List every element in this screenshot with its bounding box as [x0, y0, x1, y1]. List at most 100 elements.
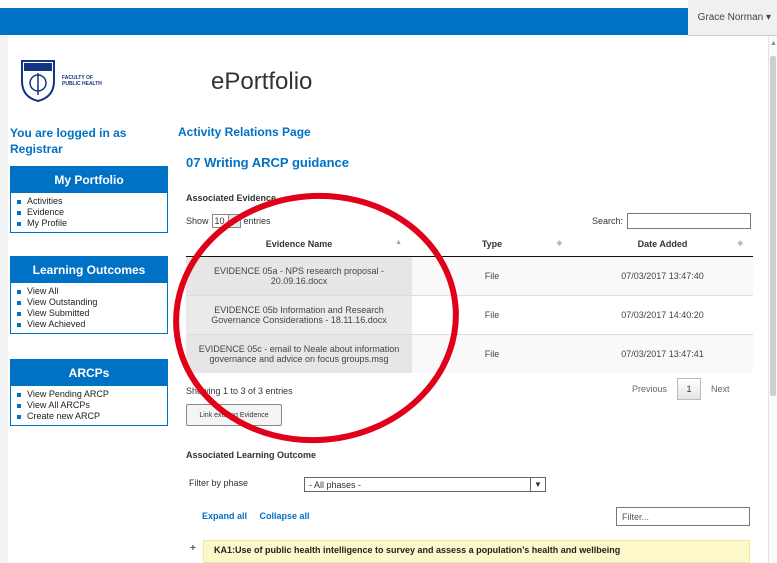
link-existing-evidence-button[interactable]: Link existing Evidence: [186, 404, 282, 426]
evidence-table: Evidence Name ▲ Type ◆ Date Added ◆ EVIDENC…: [186, 232, 753, 373]
sidebar-item-label[interactable]: View All ARCPs: [27, 400, 90, 411]
cell-type: File: [412, 294, 572, 334]
cell-date-added: 07/03/2017 13:47:40: [572, 255, 753, 295]
table-info: Showing 1 to 3 of 3 entries: [186, 386, 293, 396]
sort-both-icon[interactable]: ◆: [738, 239, 743, 247]
top-bar: Grace Norman ▾: [0, 0, 777, 36]
bullet-icon: [17, 221, 21, 226]
nav-heading-arcps: ARCPs: [11, 360, 167, 386]
column-header-evidence-name[interactable]: Evidence Name ▲: [186, 232, 412, 257]
bullet-icon: [17, 322, 21, 327]
page-size-select[interactable]: 10 ▼: [211, 214, 241, 228]
sort-asc-icon[interactable]: ▲: [395, 239, 402, 246]
bullet-icon: [17, 311, 21, 316]
nav-learning-outcomes: Learning Outcomes View All View Outstand…: [10, 256, 168, 334]
sidebar-item-label[interactable]: Evidence: [27, 207, 64, 218]
cell-date-added: 07/03/2017 14:40:20: [572, 294, 753, 334]
cell-type: File: [412, 333, 572, 373]
user-name[interactable]: Grace Norman ▾: [698, 12, 771, 23]
sidebar-item-view-outstanding[interactable]: View Outstanding: [17, 297, 167, 308]
table-row[interactable]: EVIDENCE 05a - NPS research proposal - 2…: [186, 255, 753, 295]
chevron-down-icon[interactable]: ▼: [530, 478, 545, 491]
expand-all-link[interactable]: Expand all: [202, 511, 247, 521]
sidebar-item-label[interactable]: Activities: [27, 196, 63, 207]
phase-select[interactable]: - All phases - ▼: [304, 477, 546, 492]
outcome-filter-input[interactable]: Filter...: [616, 507, 750, 526]
sidebar-item-view-all-arcps[interactable]: View All ARCPs: [17, 400, 167, 411]
sidebar-item-label[interactable]: View Pending ARCP: [27, 389, 109, 400]
associated-learning-outcome-label: Associated Learning Outcome: [186, 450, 317, 460]
scrollbar-thumb[interactable]: [770, 56, 776, 396]
bullet-icon: [17, 300, 21, 305]
sidebar-item-create-new-arcp[interactable]: Create new ARCP: [17, 411, 167, 422]
bullet-icon: [17, 414, 21, 419]
cell-evidence-name[interactable]: EVIDENCE 05b Information and Research Go…: [186, 294, 412, 334]
page-size-value[interactable]: 10: [215, 216, 225, 226]
sort-both-icon[interactable]: ◆: [557, 239, 562, 247]
show-label: Show: [186, 216, 209, 226]
cell-date-added: 07/03/2017 13:47:41: [572, 333, 753, 373]
nav-arcps: ARCPs View Pending ARCP View All ARCPs C…: [10, 359, 168, 426]
page-button-1[interactable]: 1: [677, 378, 702, 400]
sidebar-item-evidence[interactable]: Evidence: [17, 207, 167, 218]
logo-text: FACULTY OF PUBLIC HEALTH: [62, 75, 102, 87]
show-entries: Show 10 ▼ entries: [186, 214, 271, 228]
page-title: Activity Relations Page: [178, 125, 311, 139]
sidebar-item-activities[interactable]: Activities: [17, 196, 167, 207]
search-label: Search:: [592, 216, 624, 226]
logo-line-2: PUBLIC HEALTH: [62, 81, 102, 87]
scroll-up-icon[interactable]: ▲: [770, 40, 777, 47]
column-label[interactable]: Evidence Name: [266, 239, 333, 249]
collapse-all-link[interactable]: Collapse all: [260, 511, 310, 521]
nav-heading-learning-outcomes: Learning Outcomes: [11, 257, 167, 283]
bullet-icon: [17, 210, 21, 215]
sidebar-item-label[interactable]: Create new ARCP: [27, 411, 100, 422]
table-row[interactable]: EVIDENCE 05c - email to Neale about info…: [186, 333, 753, 373]
next-button[interactable]: Next: [711, 384, 730, 394]
table-search: Search:: [592, 213, 752, 229]
left-gutter: [0, 36, 8, 563]
pagination: Previous 1 Next: [632, 378, 730, 400]
filter-phase-label: Filter by phase: [189, 478, 249, 488]
bullet-icon: [17, 392, 21, 397]
sidebar-item-view-achieved[interactable]: View Achieved: [17, 319, 167, 330]
previous-button[interactable]: Previous: [632, 384, 667, 394]
entries-label: entries: [243, 216, 271, 226]
login-note: You are logged in as Registrar: [10, 126, 127, 156]
cell-evidence-name[interactable]: EVIDENCE 05a - NPS research proposal - 2…: [186, 255, 412, 295]
sidebar-item-label[interactable]: My Profile: [27, 218, 67, 229]
bullet-icon: [17, 199, 21, 204]
column-header-date-added[interactable]: Date Added ◆: [572, 232, 753, 257]
search-input[interactable]: [627, 213, 752, 229]
sidebar-item-my-profile[interactable]: My Profile: [17, 218, 167, 229]
cell-type: File: [412, 255, 572, 295]
crest-icon: [21, 60, 55, 103]
sidebar-item-view-submitted[interactable]: View Submitted: [17, 308, 167, 319]
nav-heading-my-portfolio: My Portfolio: [11, 167, 167, 193]
expand-collapse-links: Expand all Collapse all: [202, 511, 320, 521]
sidebar-item-label[interactable]: View All: [27, 286, 58, 297]
sidebar-item-label[interactable]: View Outstanding: [27, 297, 97, 308]
page-scrollbar[interactable]: ▲: [768, 36, 777, 563]
associated-evidence-label: Associated Evidence: [186, 193, 277, 203]
app-title: ePortfolio: [211, 68, 313, 95]
sidebar-item-view-pending-arcp[interactable]: View Pending ARCP: [17, 389, 167, 400]
user-menu[interactable]: Grace Norman ▾: [687, 0, 777, 36]
nav-my-portfolio: My Portfolio Activities Evidence My Prof…: [10, 166, 168, 233]
table-row[interactable]: EVIDENCE 05b Information and Research Go…: [186, 294, 753, 334]
column-label[interactable]: Date Added: [638, 239, 688, 249]
column-label[interactable]: Type: [482, 239, 502, 249]
cell-evidence-name[interactable]: EVIDENCE 05c - email to Neale about info…: [186, 333, 412, 373]
sidebar-item-label[interactable]: View Achieved: [27, 319, 85, 330]
faculty-logo[interactable]: FACULTY OF PUBLIC HEALTH: [20, 58, 120, 104]
key-area-title[interactable]: KA1:Use of public health intelligence to…: [214, 545, 634, 555]
bullet-icon: [17, 289, 21, 294]
column-header-type[interactable]: Type ◆: [412, 232, 572, 257]
expand-plus-icon[interactable]: +: [190, 543, 196, 554]
phase-select-value[interactable]: - All phases -: [309, 480, 361, 490]
sidebar-item-view-all[interactable]: View All: [17, 286, 167, 297]
page-subtitle: 07 Writing ARCP guidance: [186, 155, 350, 170]
suite-bar: [0, 8, 777, 35]
chevron-down-icon[interactable]: ▼: [227, 215, 240, 227]
sidebar-item-label[interactable]: View Submitted: [27, 308, 89, 319]
